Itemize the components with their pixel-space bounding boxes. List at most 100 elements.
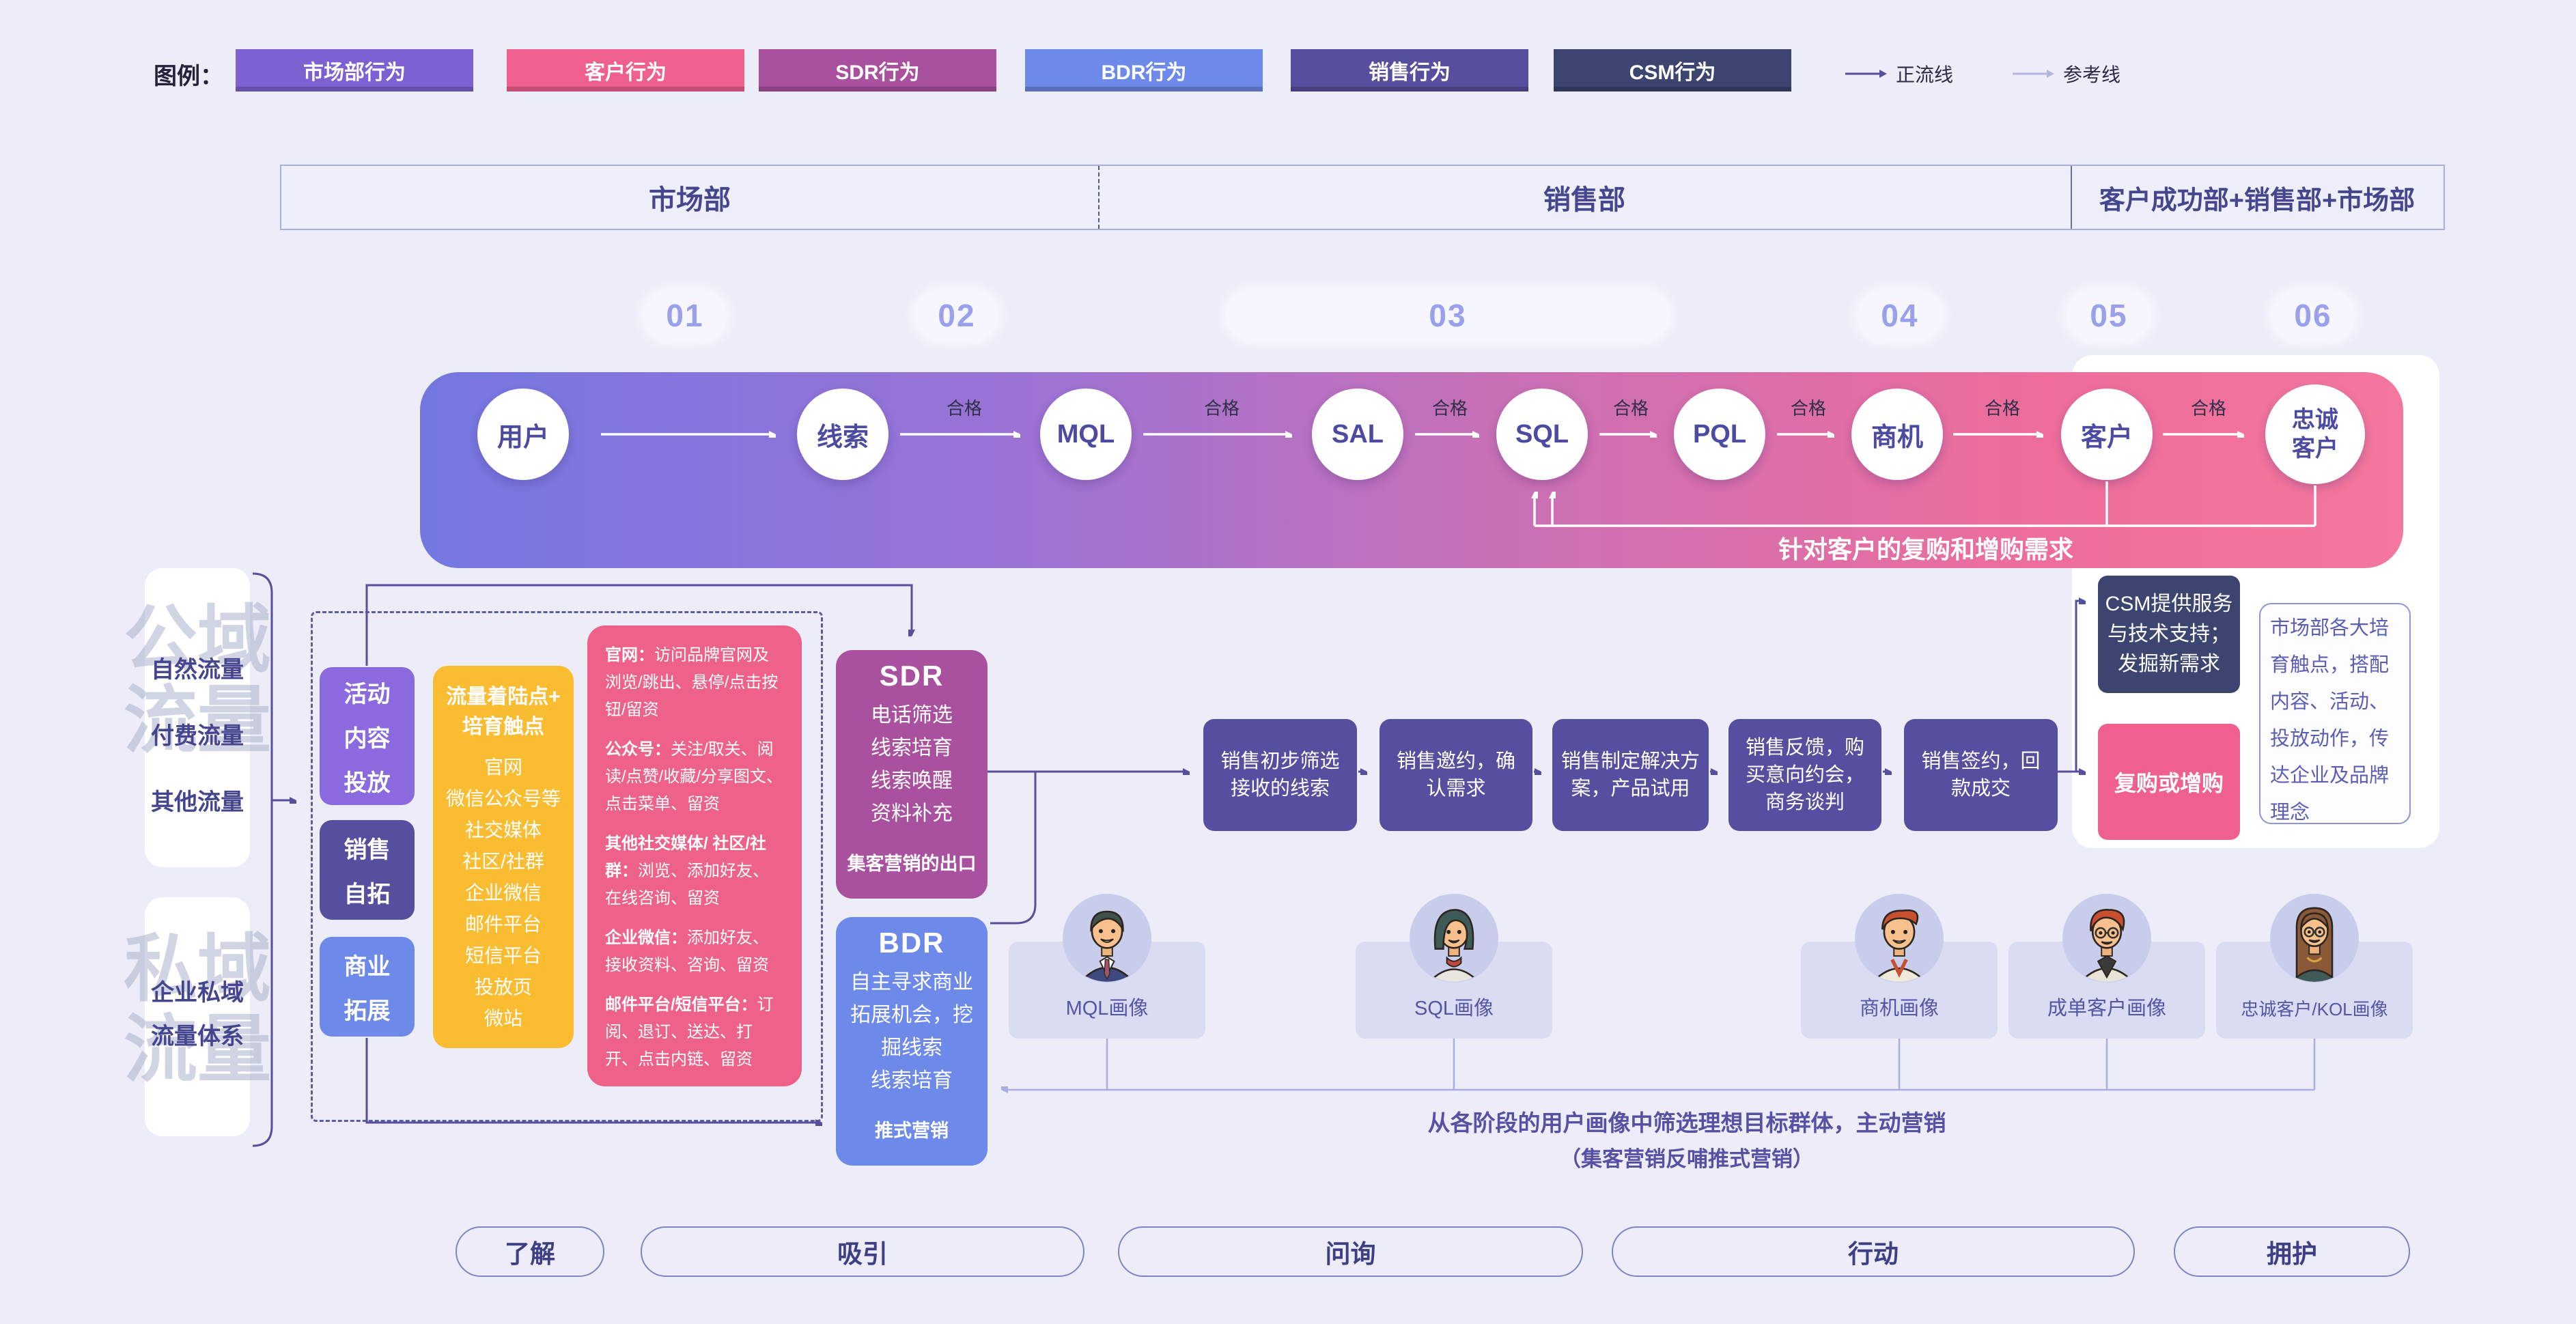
journey-stage-advocacy: 拥护	[2174, 1226, 2410, 1277]
funnel-stage-customer: 客户	[2061, 389, 2153, 480]
department-divider-solid	[2071, 166, 2072, 229]
flow-diagram-canvas: 图例： 市场部行为 客户行为 SDR行为 BDR行为 销售行为 CSM行为 正流…	[0, 0, 2576, 1324]
sales-step-box: 销售初步筛选接收的线索	[1203, 719, 1357, 831]
behavior-lead: 企业微信：	[605, 929, 687, 947]
legend-chip-bdr: BDR行为	[1025, 49, 1263, 91]
csm-line: CSM提供服务	[2105, 589, 2233, 619]
step-number-1: 01	[643, 290, 727, 341]
step-number-4: 04	[1858, 290, 1942, 341]
step-number-6: 06	[2271, 290, 2355, 341]
journey-stage-action: 行动	[1612, 1226, 2135, 1277]
bdr-box: BDR 自主寻求商业 拓展机会，挖 掘线索 线索培育 推式营销	[836, 917, 988, 1166]
persona-label: 商机画像	[1860, 992, 1939, 1021]
qualified-label-6: 合格	[1961, 395, 2043, 420]
action-line: 销售	[344, 831, 391, 864]
legend-flow-line: 正流线	[1844, 60, 1953, 87]
sales-step-box: 销售邀约，确认需求	[1380, 719, 1532, 831]
legend-chip-marketing: 市场部行为	[236, 49, 473, 91]
bdr-line: 线索培育	[836, 1065, 988, 1097]
action-line: 自拓	[344, 875, 391, 909]
private-traffic-card	[145, 897, 250, 1136]
mql-persona-avatar-icon	[1063, 894, 1151, 983]
action-line: 投放	[344, 764, 391, 798]
funnel-stage-mql: MQL	[1040, 389, 1132, 480]
touchpoints-title: 培育触点	[433, 712, 574, 742]
qualified-label-1: 合格	[923, 395, 1005, 420]
behavior-lead: 公众号：	[605, 740, 671, 759]
legend-chip-customer: 客户行为	[507, 49, 744, 91]
sdr-box: SDR 电话筛选 线索培育 线索唤醒 资料补充 集客营销的出口	[836, 650, 988, 899]
action-line: 活动	[344, 675, 391, 709]
behavior-lead: 官网：	[605, 646, 654, 664]
sdr-title: SDR	[836, 660, 988, 692]
journey-stage-awareness: 了解	[456, 1226, 604, 1277]
legend-chip-sdr: SDR行为	[759, 49, 996, 91]
step-number-3: 03	[1226, 290, 1670, 341]
sdr-line: 资料补充	[836, 798, 988, 830]
persona-label: 成单客户画像	[2047, 992, 2166, 1021]
behavior-paragraph: 公众号：关注/取关、阅读/点赞/收藏/分享图文、点击菜单、留资	[605, 736, 784, 818]
funnel-stage-sal: SAL	[1312, 389, 1403, 480]
touchpoints-title: 流量着陆点+	[433, 682, 574, 712]
department-marketing: 市场部	[280, 165, 1098, 230]
legend-chip-csm: CSM行为	[1554, 49, 1791, 91]
touchpoint-item: 企业微信	[433, 877, 574, 909]
persona-label: SQL画像	[1414, 992, 1494, 1021]
feedback-note-line2: （集客营销反哺推式营销）	[1161, 1142, 2213, 1172]
closed-customer-persona-avatar-icon	[2062, 894, 2151, 983]
department-sales: 销售部	[1098, 165, 2071, 230]
sdr-line: 线索培育	[836, 732, 988, 765]
persona-label: MQL画像	[1066, 992, 1149, 1021]
public-traffic-line: 付费流量	[145, 717, 250, 750]
journey-stage-attract: 吸引	[641, 1226, 1084, 1277]
bdr-footer: 推式营销	[836, 1116, 988, 1142]
sdr-line: 线索唤醒	[836, 765, 988, 798]
touchpoints-box: 流量着陆点+ 培育触点 官网 微信公众号等 社交媒体 社区/社群 企业微信 邮件…	[433, 666, 574, 1048]
bdr-line: 拓展机会，挖	[836, 999, 988, 1032]
bdr-line: 自主寻求商业	[836, 966, 988, 999]
persona-label: 忠诚客户/KOL画像	[2241, 996, 2388, 1021]
action-line: 拓展	[344, 992, 391, 1026]
repurchase-note: 针对客户的复购和增购需求	[1537, 530, 2315, 565]
action-line: 商业	[344, 948, 391, 981]
ref-line-label: 参考线	[2063, 60, 2120, 87]
touchpoint-item: 微信公众号等	[433, 783, 574, 815]
behavior-paragraph: 官网：访问品牌官网及浏览/跳出、悬停/点击按钮/留资	[605, 642, 784, 724]
sales-step-box: 销售制定解决方案，产品试用	[1552, 719, 1709, 831]
flow-line-label: 正流线	[1896, 60, 1953, 87]
qualified-label-2: 合格	[1181, 395, 1263, 420]
legend-chip-sales: 销售行为	[1291, 49, 1528, 91]
sales-step-box: 销售签约，回款成交	[1904, 719, 2058, 831]
touchpoint-item: 社区/社群	[433, 846, 574, 877]
solid-arrow-icon	[1844, 67, 1888, 81]
journey-stage-inquiry: 问询	[1118, 1226, 1583, 1277]
behavior-paragraph: 企业微信：添加好友、接收资料、咨询、留资	[605, 925, 784, 979]
customer-behaviors-box: 官网：访问品牌官网及浏览/跳出、悬停/点击按钮/留资 公众号：关注/取关、阅读/…	[587, 625, 802, 1086]
csm-line: 发掘新需求	[2118, 649, 2220, 679]
sql-persona-avatar-icon	[1410, 894, 1498, 983]
csm-service-box: CSM提供服务 与技术支持； 发掘新需求	[2098, 576, 2240, 693]
private-traffic-line: 流量体系	[145, 1017, 250, 1051]
action-box-sales-self-expansion: 销售 自拓	[320, 820, 415, 920]
action-box-business-development: 商业 拓展	[320, 937, 415, 1037]
light-arrow-icon	[2011, 67, 2055, 81]
action-box-campaign-content-ads: 活动 内容 投放	[320, 667, 415, 805]
public-traffic-line: 其他流量	[145, 783, 250, 817]
feedback-note-line1: 从各阶段的用户画像中筛选理想目标群体，主动营销	[1161, 1105, 2213, 1138]
opportunity-persona-avatar-icon	[1855, 894, 1944, 983]
behavior-lead: 邮件平台/短信平台：	[605, 996, 757, 1014]
behavior-paragraph: 邮件平台/短信平台：订阅、退订、送达、打开、点击内链、留资	[605, 991, 784, 1073]
step-number-5: 05	[2067, 290, 2151, 341]
department-divider-dashed	[1098, 166, 1100, 229]
touchpoint-item: 投放页	[433, 972, 574, 1003]
funnel-stage-pql: PQL	[1674, 389, 1765, 480]
touchpoint-item: 社交媒体	[433, 815, 574, 846]
bdr-line: 掘线索	[836, 1032, 988, 1065]
touchpoint-item: 官网	[433, 752, 574, 783]
step-number-2: 02	[915, 290, 998, 341]
touchpoint-item: 短信平台	[433, 940, 574, 972]
private-traffic-line: 企业私域	[145, 974, 250, 1007]
funnel-stage-opportunity: 商机	[1851, 389, 1943, 480]
qualified-label-5: 合格	[1767, 395, 1849, 420]
loyal-kol-persona-avatar-icon	[2270, 894, 2359, 983]
